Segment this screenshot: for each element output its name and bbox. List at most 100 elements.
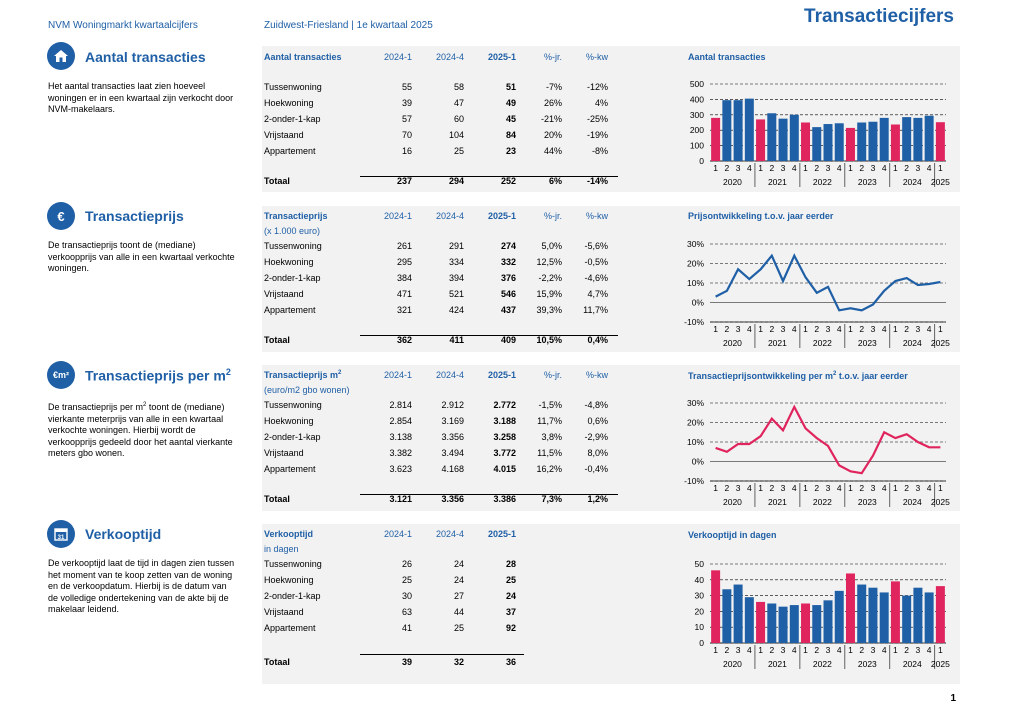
table-spacer [264,636,608,654]
x-tick-label: 4 [747,324,752,334]
cell: 39 [360,654,412,670]
x-tick-label: 4 [882,645,887,655]
cell: Appartement [264,461,360,477]
transactieprijs-table: Transactieprijs 2024-1 2024-4 2025-1 %-j… [264,208,608,348]
table-row: 2-onder-1-kap3.1383.3563.2583,8%-2,9% [264,429,608,445]
x-tick-label: 4 [882,163,887,173]
cell: 0,6% [562,413,608,429]
cell: 521 [412,286,464,302]
table-row: Vrijstaand47152154615,9%4,7% [264,286,608,302]
y-tick-label: 10 [695,622,705,632]
cell: 291 [412,238,464,254]
x-tick-label: 2 [904,483,909,493]
year-label: 2021 [768,659,787,669]
bar [835,123,844,161]
cell: 25 [412,143,464,159]
cell [562,620,608,636]
y-tick-label: 30% [687,239,704,249]
table-header-row: Verkooptijd 2024-1 2024-4 2025-1 [264,526,608,542]
y-tick-label: 300 [690,110,704,120]
table-header: %-kw [562,367,608,383]
bar [936,586,945,643]
cell: 5,0% [516,238,562,254]
table-header: %-kw [562,49,608,65]
table-row: Tussenwoning2612912745,0%-5,6% [264,238,608,254]
x-tick-label: 4 [792,324,797,334]
prijs-per-m2-table: Transactieprijs m2 2024-1 2024-4 2025-1 … [264,367,608,507]
table-row: Hoekwoning2.8543.1693.18811,7%0,6% [264,413,608,429]
chart-title: Aantal transacties [688,52,766,62]
x-tick-label: 2 [769,163,774,173]
cell: 3.494 [412,445,464,461]
section-title: Transactieprijs per m2 [85,367,231,384]
cell: Hoekwoning [264,413,360,429]
cell: 45 [464,111,516,127]
year-label: 2022 [813,177,832,187]
bar [722,100,731,161]
table-row: Tussenwoning555851-7%-12% [264,79,608,95]
table-row: Appartement16252344%-8% [264,143,608,159]
euro-m2-icon: €m² [47,361,75,389]
cell: 39 [360,95,412,111]
cell: 55 [360,79,412,95]
cell: -7% [516,79,562,95]
bar [734,100,743,161]
y-tick-label: 0% [692,298,705,308]
cell: 11,5% [516,445,562,461]
year-label: 2020 [723,177,742,187]
y-tick-label: 20% [687,259,704,269]
cell: 25 [464,572,516,588]
x-tick-label: 3 [736,645,741,655]
cell: 24 [464,588,516,604]
cell: 2.772 [464,397,516,413]
unit-label [264,65,608,79]
x-tick-label: 4 [747,163,752,173]
year-label: 2020 [723,497,742,507]
x-tick-label: 2 [724,645,729,655]
x-tick-label: 2 [859,645,864,655]
cell: 3,8% [516,429,562,445]
cell [516,604,562,620]
section-description: De transactieprijs per m2 toont de (medi… [48,400,238,460]
cell: 11,7% [516,413,562,429]
year-label: 2023 [858,338,877,348]
transacties-bar-chart: 0100200300400500123412341234123412341202… [674,76,954,188]
x-tick-label: 1 [938,324,943,334]
cell: Tussenwoning [264,238,360,254]
x-tick-label: 1 [803,163,808,173]
cell: 3.169 [412,413,464,429]
cell: 92 [464,620,516,636]
cell: 16 [360,143,412,159]
x-tick-label: 1 [938,483,943,493]
house-icon [47,42,75,70]
year-label: 2025 [931,177,950,187]
x-tick-label: 2 [904,324,909,334]
table-header: 2024-4 [412,367,464,383]
year-label: 2024 [903,177,922,187]
x-tick-label: 1 [758,163,763,173]
x-tick-label: 1 [713,645,718,655]
cell: 437 [464,302,516,318]
chart-title-text: Transactieprijsontwikkeling per m [688,371,833,381]
cell: 26 [360,556,412,572]
bar [902,596,911,643]
cell [562,556,608,572]
section-title-text: Transactieprijs per m [85,368,226,384]
year-label: 2021 [768,338,787,348]
y-tick-label: 10% [687,437,704,447]
cell: 4.168 [412,461,464,477]
year-label: 2023 [858,177,877,187]
table-header: %-jr. [516,49,562,65]
svg-text:31: 31 [58,535,65,541]
page-number: 1 [950,693,956,704]
table-header: %-kw [562,208,608,224]
x-tick-label: 2 [904,645,909,655]
cell: -4,6% [562,270,608,286]
bar [913,588,922,643]
x-tick-label: 3 [871,163,876,173]
cell: -8% [562,143,608,159]
x-tick-label: 4 [927,645,932,655]
table-row: Appartement32142443739,3%11,7% [264,302,608,318]
y-tick-label: 40 [695,575,705,585]
cell: 24 [412,572,464,588]
